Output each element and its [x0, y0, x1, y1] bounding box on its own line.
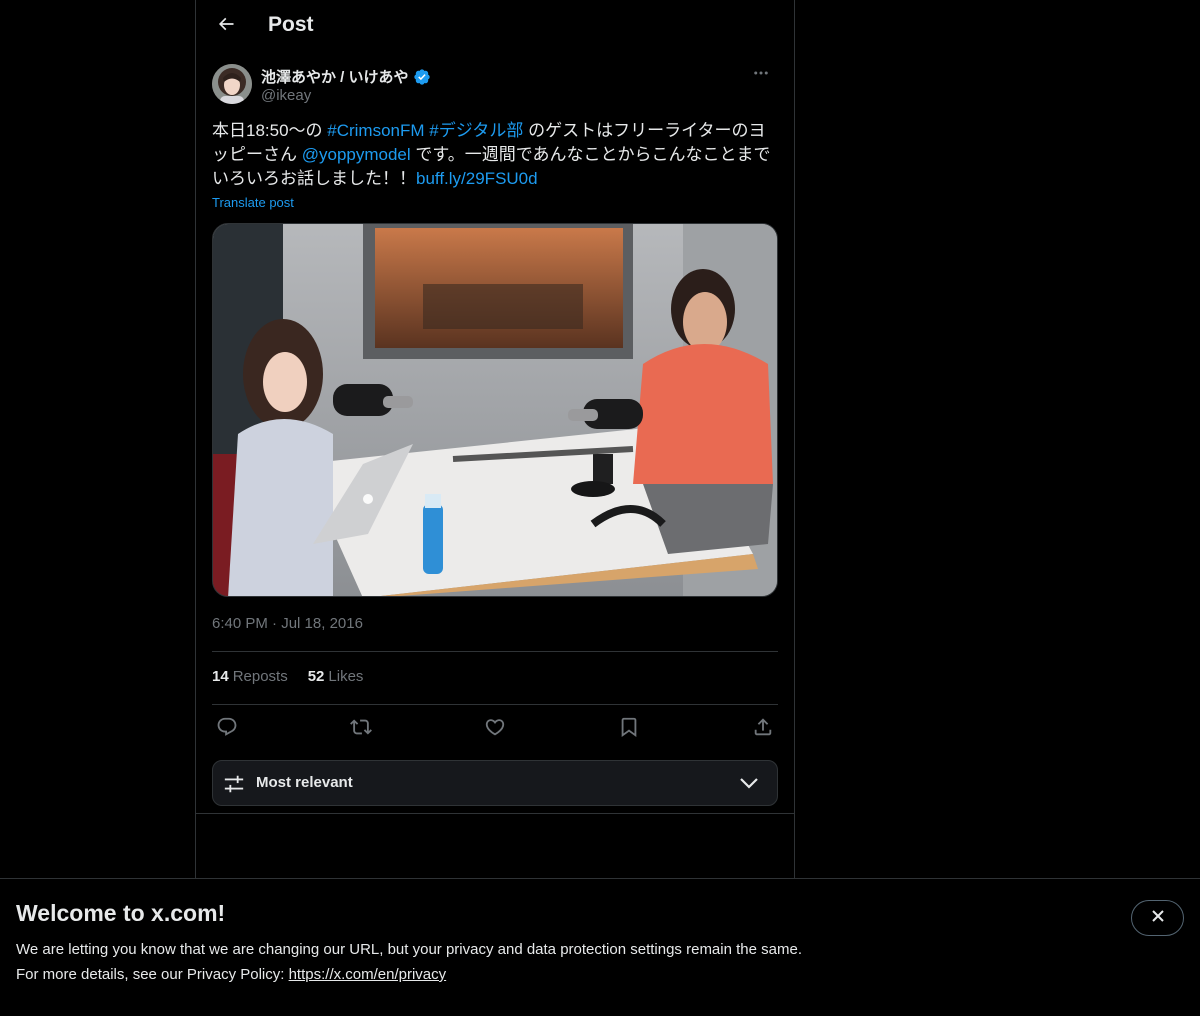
post-text-segment: 本日18:50〜の [212, 121, 328, 140]
translate-post-link[interactable]: Translate post [212, 195, 294, 210]
likes-label: Likes [328, 668, 364, 685]
likes-count: 52 [307, 668, 325, 685]
privacy-policy-link[interactable]: https://x.com/en/privacy [289, 966, 447, 983]
hashtag-link[interactable]: #デジタル部 [429, 121, 523, 140]
divider [212, 704, 778, 705]
repost-button[interactable] [346, 716, 376, 742]
reposts-count: 14 [212, 668, 229, 685]
like-button[interactable] [480, 716, 510, 742]
author-name-text: 池澤あやか / いけあや [261, 69, 409, 86]
post-stats: 14 Reposts 52 Likes [212, 668, 363, 685]
back-button[interactable] [208, 8, 244, 44]
post-photo[interactable] [212, 223, 778, 597]
bookmark-icon [618, 716, 640, 743]
reposts-stat[interactable]: 14 Reposts [212, 668, 288, 685]
reposts-label: Reposts [232, 668, 288, 685]
arrow-left-icon [216, 14, 236, 39]
share-icon [752, 716, 774, 743]
avatar[interactable] [212, 64, 252, 104]
author-name[interactable]: 池澤あやか / いけあや [261, 66, 431, 87]
main-column: Post 池澤あやか / いけあや @ikeay 本日18:50〜の #Crim… [195, 0, 795, 1016]
bookmark-button[interactable] [614, 716, 644, 742]
banner-line-2: For more details, see our Privacy Policy… [16, 962, 802, 987]
hashtag-link[interactable]: #CrimsonFM [327, 121, 424, 140]
reply-icon [216, 716, 238, 743]
share-button[interactable] [748, 716, 778, 742]
date-separator: · [272, 615, 278, 632]
banner-line-2-prefix: For more details, see our Privacy Policy… [16, 966, 289, 983]
author-handle[interactable]: @ikeay [261, 87, 311, 104]
divider [196, 813, 794, 814]
post-actions [212, 716, 778, 742]
banner-line-1: We are letting you know that we are chan… [16, 941, 802, 958]
repost-icon [350, 716, 372, 743]
welcome-banner: Welcome to x.com! We are letting you kno… [0, 878, 1200, 1016]
more-horizontal-icon [752, 64, 770, 87]
page-title: Post [268, 13, 314, 36]
heart-icon [484, 716, 506, 743]
post-text: 本日18:50〜の #CrimsonFM #デジタル部 のゲストはフリーライター… [212, 119, 778, 191]
mention-link[interactable]: @yoppymodel [302, 145, 411, 164]
verified-badge-icon [413, 68, 431, 86]
banner-title: Welcome to x.com! [16, 900, 226, 926]
likes-stat[interactable]: 52 Likes [308, 668, 364, 685]
reply-button[interactable] [212, 716, 242, 742]
post-time: 6:40 PM [212, 615, 268, 632]
post-date: Jul 18, 2016 [281, 615, 363, 632]
post-timestamp[interactable]: 6:40 PM · Jul 18, 2016 [212, 615, 363, 632]
sort-replies-dropdown[interactable]: Most relevant [212, 760, 778, 806]
external-link[interactable]: buff.ly/29FSU0d [416, 169, 538, 188]
sort-label: Most relevant [256, 774, 353, 791]
sliders-icon [223, 773, 245, 800]
top-bar: Post [196, 0, 794, 53]
chevron-down-icon [739, 775, 759, 796]
close-icon [1150, 908, 1166, 929]
close-banner-button[interactable] [1131, 900, 1184, 936]
divider [212, 651, 778, 652]
banner-text: We are letting you know that we are chan… [16, 937, 802, 987]
more-options-button[interactable] [744, 64, 778, 86]
